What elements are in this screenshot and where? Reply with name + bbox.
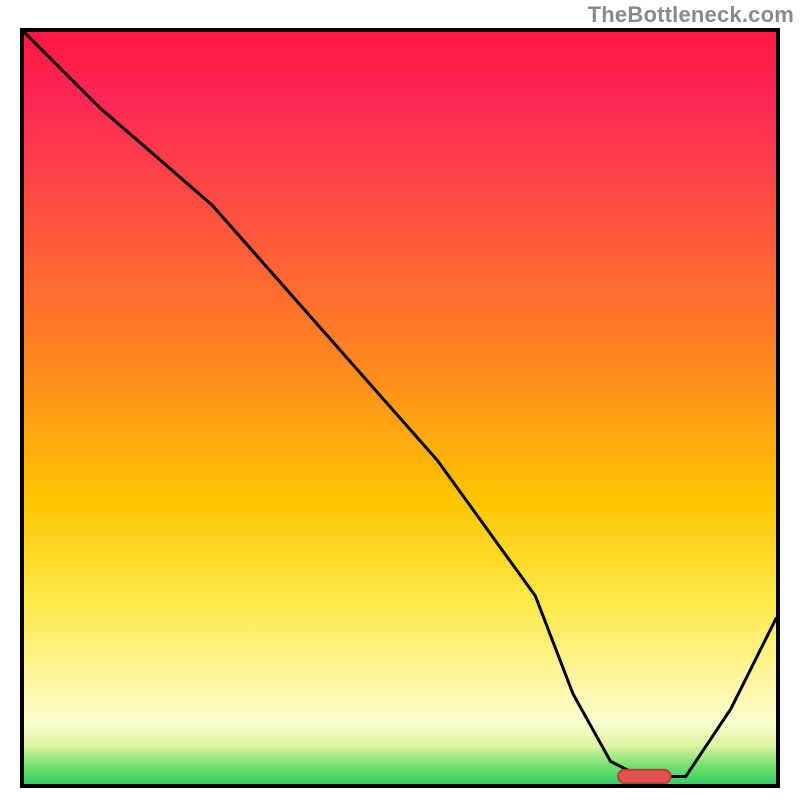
bottleneck-chart: TheBottleneck.com: [0, 0, 800, 800]
plot-frame: [20, 28, 780, 788]
watermark-text: TheBottleneck.com: [588, 2, 794, 28]
optimum-marker: [24, 32, 776, 784]
